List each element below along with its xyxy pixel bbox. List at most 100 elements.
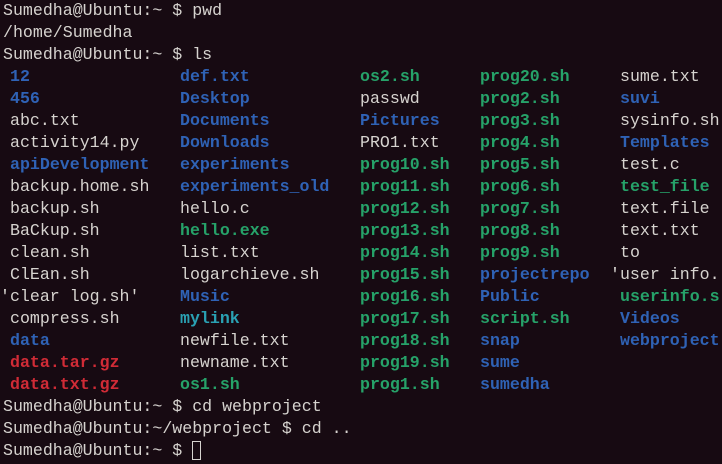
ls-entry-exec: prog18.sh bbox=[360, 331, 450, 350]
command-text: ls bbox=[192, 45, 213, 64]
ls-entry-dir: snap bbox=[480, 331, 520, 350]
terminal-window[interactable]: Sumedha@Ubuntu:~ $ pwd /home/Sumedha Sum… bbox=[0, 0, 722, 464]
ls-row: backup.home.sh experiments_old prog11.sh pr… bbox=[0, 176, 722, 198]
terminal-line: Sumedha@Ubuntu:~ $ cd webproject bbox=[3, 396, 322, 418]
ls-entry-exec: userinfo.s bbox=[620, 287, 720, 306]
command-text: cd .. bbox=[301, 419, 352, 438]
ls-entry-file: backup.home.sh bbox=[10, 177, 150, 196]
ls-entry-exec: hello.exe bbox=[180, 221, 270, 240]
ls-entry-archive: data.txt.gz bbox=[10, 375, 120, 394]
ls-entry-dir: Videos bbox=[620, 309, 680, 328]
ls-entry-exec: prog13.sh bbox=[360, 221, 450, 240]
ls-entry-file: 'clear log.sh' bbox=[0, 287, 140, 306]
ls-entry-dir: Templates bbox=[620, 133, 710, 152]
terminal-line: Sumedha@Ubuntu:~ $ ls bbox=[3, 44, 212, 66]
cursor bbox=[192, 441, 202, 460]
ls-entry-exec: os2.sh bbox=[360, 67, 420, 86]
ls-entry-dir: def.txt bbox=[180, 67, 250, 86]
ls-entry-exec: prog9.sh bbox=[480, 243, 560, 262]
ls-entry-exec: test_file bbox=[620, 177, 710, 196]
ls-entry-exec: prog7.sh bbox=[480, 199, 560, 218]
ls-entry-dir: data bbox=[10, 331, 50, 350]
ls-entry-exec: prog17.sh bbox=[360, 309, 450, 328]
ls-entry-dir: sume bbox=[480, 353, 520, 372]
prompt: Sumedha@Ubuntu:~ $ bbox=[3, 45, 193, 64]
ls-entry-exec: script.sh bbox=[480, 309, 570, 328]
ls-entry-exec: prog12.sh bbox=[360, 199, 450, 218]
ls-entry-file: compress.sh bbox=[10, 309, 120, 328]
ls-entry-file: text.file bbox=[620, 199, 710, 218]
terminal-line: Sumedha@Ubuntu:~ $ pwd bbox=[3, 0, 222, 22]
ls-entry-file: sume.txt bbox=[620, 67, 700, 86]
ls-entry-dir: apiDevelopment bbox=[10, 155, 150, 174]
ls-entry-file: to bbox=[620, 243, 640, 262]
ls-row: activity14.py Downloads PRO1.txt prog4.sh Te… bbox=[0, 132, 722, 154]
ls-entry-file: test.c bbox=[620, 155, 680, 174]
ls-row: BaCkup.sh hello.exe prog13.sh prog8.sh text.… bbox=[0, 220, 722, 242]
ls-entry-file: newname.txt bbox=[180, 353, 290, 372]
ls-entry-exec: prog8.sh bbox=[480, 221, 560, 240]
ls-entry-dir: suvi bbox=[620, 89, 660, 108]
ls-entry-file: abc.txt bbox=[10, 111, 80, 130]
prompt: Sumedha@Ubuntu:~ $ bbox=[3, 1, 193, 20]
ls-row: 'clear log.sh' Music prog16.sh Public userin… bbox=[0, 286, 722, 308]
ls-entry-file: newfile.txt bbox=[180, 331, 290, 350]
ls-row: data.txt.gz os1.sh prog1.sh sumedha bbox=[0, 374, 722, 396]
ls-entry-exec: prog20.sh bbox=[480, 67, 570, 86]
ls-entry-exec: prog2.sh bbox=[480, 89, 560, 108]
ls-entry-exec: prog11.sh bbox=[360, 177, 450, 196]
ls-entry-file: ClEan.sh bbox=[10, 265, 90, 284]
ls-entry-exec: prog4.sh bbox=[480, 133, 560, 152]
ls-row: abc.txt Documents Pictures prog3.sh sysinfo.… bbox=[0, 110, 722, 132]
ls-row: apiDevelopment experiments prog10.sh prog5.… bbox=[0, 154, 722, 176]
ls-row: 12 def.txt os2.sh prog20.sh sume.txt bbox=[0, 66, 722, 88]
ls-row: 456 Desktop passwd prog2.sh suvi bbox=[0, 88, 722, 110]
ls-entry-file: clean.sh bbox=[10, 243, 90, 262]
ls-entry-dir: Desktop bbox=[180, 89, 250, 108]
prompt: Sumedha@Ubuntu:~/webproject $ bbox=[3, 419, 302, 438]
ls-row: data newfile.txt prog18.sh snap webproject bbox=[0, 330, 722, 352]
ls-entry-dir: 12 bbox=[10, 67, 30, 86]
ls-entry-file: backup.sh bbox=[10, 199, 100, 218]
ls-entry-file: PRO1.txt bbox=[360, 133, 440, 152]
ls-entry-dir: webproject bbox=[620, 331, 720, 350]
ls-entry-exec: prog14.sh bbox=[360, 243, 450, 262]
ls-entry-exec: os1.sh bbox=[180, 375, 240, 394]
terminal-line[interactable]: Sumedha@Ubuntu:~ $ bbox=[3, 440, 202, 462]
ls-entry-file: text.txt bbox=[620, 221, 700, 240]
ls-entry-dir: sumedha bbox=[480, 375, 550, 394]
ls-entry-exec: prog19.sh bbox=[360, 353, 450, 372]
ls-entry-file: hello.c bbox=[180, 199, 250, 218]
ls-entry-dir: projectrepo bbox=[480, 265, 590, 284]
ls-entry-file: list.txt bbox=[180, 243, 260, 262]
ls-entry-file: BaCkup.sh bbox=[10, 221, 100, 240]
ls-entry-dir: Pictures bbox=[360, 111, 440, 130]
command-text: cd webproject bbox=[192, 397, 322, 416]
ls-row: data.tar.gz newname.txt prog19.sh sume bbox=[0, 352, 722, 374]
ls-entry-file: activity14.py bbox=[10, 133, 140, 152]
ls-entry-file: 'user info. bbox=[610, 265, 720, 284]
ls-entry-exec: prog5.sh bbox=[480, 155, 560, 174]
ls-entry-exec: prog3.sh bbox=[480, 111, 560, 130]
command-text: pwd bbox=[192, 1, 223, 20]
command-output: /home/Sumedha bbox=[3, 23, 133, 42]
prompt: Sumedha@Ubuntu:~ $ bbox=[3, 397, 193, 416]
ls-entry-file: sysinfo.sh bbox=[620, 111, 720, 130]
ls-entry-file: passwd bbox=[360, 89, 420, 108]
terminal-line: Sumedha@Ubuntu:~/webproject $ cd .. bbox=[3, 418, 352, 440]
ls-entry-link: mylink bbox=[180, 309, 240, 328]
ls-entry-file: logarchieve.sh bbox=[180, 265, 320, 284]
ls-row: backup.sh hello.c prog12.sh prog7.sh text.fi… bbox=[0, 198, 722, 220]
ls-entry-dir: experiments_old bbox=[180, 177, 330, 196]
ls-row: ClEan.sh logarchieve.sh prog15.sh projectre… bbox=[0, 264, 722, 286]
ls-entry-dir: Music bbox=[180, 287, 230, 306]
ls-entry-dir: Downloads bbox=[180, 133, 270, 152]
ls-entry-archive: data.tar.gz bbox=[10, 353, 120, 372]
ls-entry-dir: experiments bbox=[180, 155, 290, 174]
prompt: Sumedha@Ubuntu:~ $ bbox=[3, 441, 193, 460]
ls-entry-exec: prog6.sh bbox=[480, 177, 560, 196]
ls-entry-dir: 456 bbox=[10, 89, 40, 108]
ls-entry-exec: prog10.sh bbox=[360, 155, 450, 174]
ls-entry-dir: Documents bbox=[180, 111, 270, 130]
ls-row: clean.sh list.txt prog14.sh prog9.sh to bbox=[0, 242, 722, 264]
